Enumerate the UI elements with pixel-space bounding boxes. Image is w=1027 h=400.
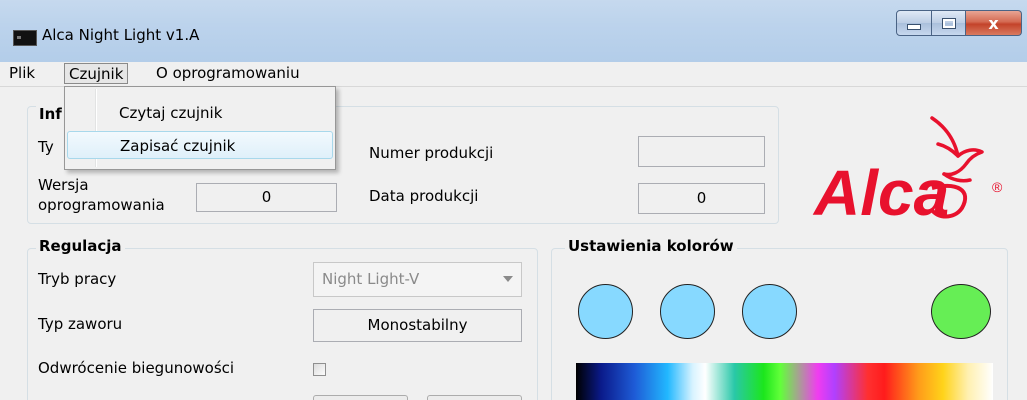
- menu-bar: Plik Czujnik O oprogramowaniu: [0, 62, 1027, 87]
- type-label: Ty: [38, 138, 54, 156]
- maximize-icon: [942, 18, 955, 28]
- menu-o-oprogramowaniu[interactable]: O oprogramowaniu: [152, 63, 304, 84]
- software-version-label-line1: Wersja: [38, 176, 89, 194]
- polarity-reversal-checkbox[interactable]: [313, 363, 326, 376]
- regulation-button-right[interactable]: [427, 395, 522, 400]
- production-date-label: Data produkcji: [369, 187, 479, 205]
- colors-group-title: Ustawienia kolorów: [565, 237, 737, 255]
- regulation-group-title: Regulacja: [36, 237, 125, 255]
- software-version-field[interactable]: 0: [196, 183, 337, 212]
- color-spectrum-picker[interactable]: [576, 363, 993, 400]
- operating-mode-combobox[interactable]: Night Light-V: [313, 262, 522, 297]
- color-swatch-3[interactable]: [742, 284, 797, 339]
- color-swatch-2[interactable]: [660, 284, 715, 339]
- app-icon[interactable]: [13, 30, 37, 46]
- close-icon: x: [988, 13, 999, 33]
- valve-type-field[interactable]: Monostabilny: [313, 309, 522, 342]
- alca-logo: Alca ®: [812, 116, 1003, 229]
- operating-mode-label: Tryb pracy: [38, 270, 117, 288]
- close-button[interactable]: x: [966, 10, 1022, 36]
- chevron-down-icon: [503, 276, 513, 282]
- regulation-button-left[interactable]: [313, 395, 408, 400]
- production-date-field[interactable]: 0: [638, 183, 765, 214]
- menu-plik[interactable]: Plik: [5, 63, 39, 84]
- window-controls: x: [896, 10, 1022, 40]
- minimize-button[interactable]: [896, 10, 932, 36]
- menu-item-write-sensor[interactable]: Zapisać czujnik: [67, 131, 333, 159]
- app-window: Alca Night Light v1.A x Plik Czujnik O o…: [0, 0, 1027, 400]
- software-version-label: Wersja oprogramowania: [38, 175, 165, 215]
- maximize-button[interactable]: [932, 10, 966, 36]
- color-swatch-1[interactable]: [578, 284, 633, 339]
- color-swatch-4[interactable]: [931, 284, 991, 339]
- menu-item-read-sensor[interactable]: Czytaj czujnik: [67, 99, 333, 127]
- polarity-reversal-label: Odwrócenie biegunowości: [38, 359, 235, 377]
- window-title: Alca Night Light v1.A: [42, 26, 200, 44]
- serial-number-field[interactable]: [638, 136, 765, 167]
- title-bar[interactable]: Alca Night Light v1.A x: [0, 0, 1027, 62]
- valve-type-label: Typ zaworu: [38, 315, 123, 333]
- menu-czujnik[interactable]: Czujnik: [64, 63, 129, 84]
- operating-mode-value: Night Light-V: [322, 270, 420, 288]
- registered-mark: ®: [992, 179, 1003, 195]
- minimize-icon: [907, 24, 921, 30]
- software-version-label-line2: oprogramowania: [38, 196, 165, 214]
- serial-number-label: Numer produkcji: [369, 144, 494, 162]
- czujnik-dropdown-menu: Czytaj czujnik Zapisać czujnik: [64, 86, 336, 170]
- info-group-title: Inf: [36, 105, 65, 123]
- logo-wordmark: Alca: [812, 157, 949, 229]
